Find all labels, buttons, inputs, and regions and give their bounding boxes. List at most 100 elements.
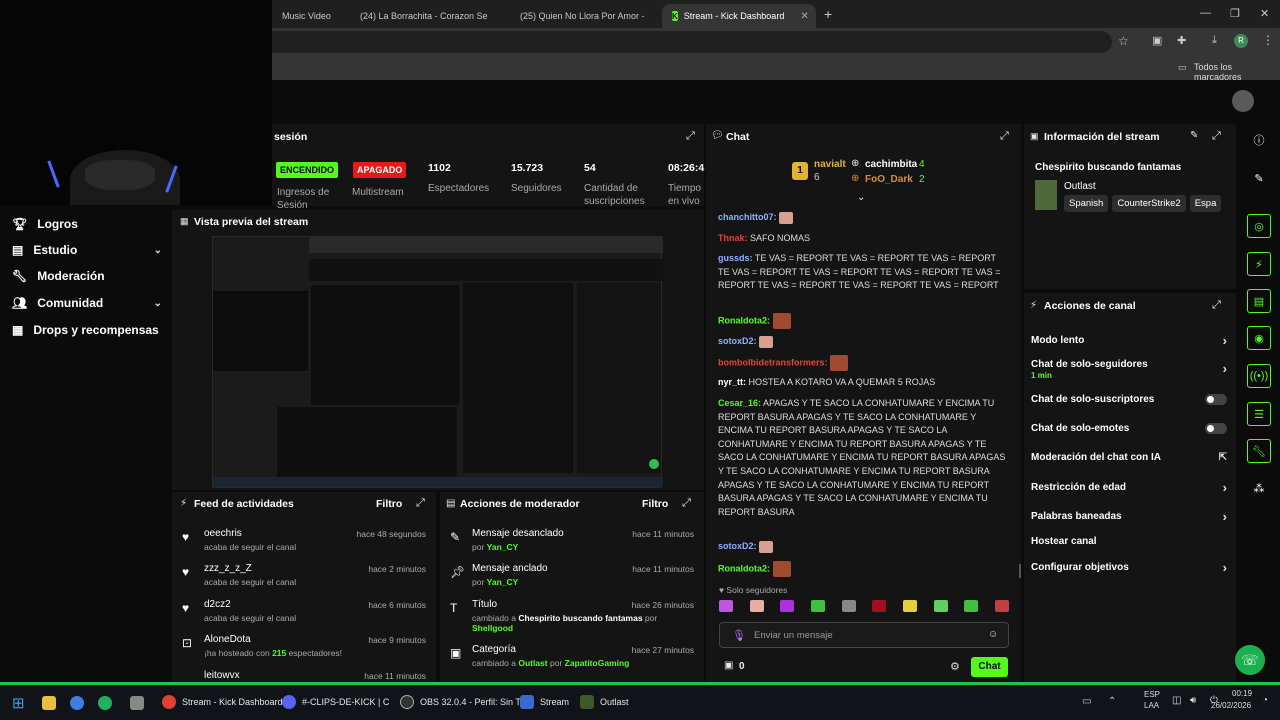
chat-username[interactable]: Thnak: xyxy=(718,233,748,243)
modaction-user[interactable]: Yan_CY xyxy=(487,577,519,587)
activity-user[interactable]: oeechris xyxy=(204,528,242,539)
emoji-icon[interactable]: ☺ xyxy=(988,629,998,640)
chat-username[interactable]: Ronaldota2: xyxy=(718,563,770,573)
leader-name[interactable]: FoO_Dark xyxy=(865,174,913,185)
microphone-icon[interactable]: 🎙︎ xyxy=(732,629,746,642)
wifi-icon[interactable]: ◫ xyxy=(1172,695,1181,706)
info-circle-icon[interactable]: ⓘ xyxy=(1247,128,1271,152)
download-icon[interactable]: ⤓ xyxy=(1212,34,1217,47)
all-bookmarks-link[interactable]: Todos los marcadores xyxy=(1194,62,1280,82)
emote-icon[interactable] xyxy=(749,600,764,612)
layout-icon[interactable]: ☰ xyxy=(1247,402,1271,426)
taskbar-app[interactable]: Outlast xyxy=(580,695,629,709)
taskbar-app[interactable]: Stream - Kick Dashboard xyxy=(162,695,283,709)
expand-icon[interactable]: ⤢ xyxy=(1000,130,1009,143)
expand-icon[interactable]: ⤢ xyxy=(1212,130,1221,143)
close-tab-icon[interactable]: ✕ xyxy=(800,11,808,22)
banned-words-item[interactable]: Palabras baneadas › xyxy=(1031,509,1227,524)
user-avatar[interactable] xyxy=(1232,90,1254,112)
slow-mode-item[interactable]: Modo lento › xyxy=(1031,333,1227,348)
activity-user[interactable]: d2cz2 xyxy=(204,599,231,610)
emote-icon[interactable] xyxy=(994,600,1009,612)
expand-icon[interactable]: ⤢ xyxy=(686,130,695,143)
ai-moderation-item[interactable]: Moderación del chat con IA ⇱ xyxy=(1031,452,1227,463)
activity-user[interactable]: leitowvx xyxy=(204,670,240,681)
points-icon[interactable]: ▣ xyxy=(724,660,733,671)
browser-tab[interactable]: Music Video ✕ xyxy=(272,4,344,28)
edge-icon[interactable] xyxy=(70,696,84,710)
menu-icon[interactable]: ⋮ xyxy=(1262,33,1274,47)
chat-scrollbar[interactable] xyxy=(1019,564,1021,578)
category-thumbnail[interactable] xyxy=(1035,180,1057,210)
pencil-icon[interactable]: ✎ xyxy=(1247,166,1271,190)
chat-username[interactable]: bombolbidetransformers: xyxy=(718,357,828,367)
modaction-user[interactable]: Yan_CY xyxy=(487,542,519,552)
chat-bubble-icon[interactable]: ◉ xyxy=(1247,326,1271,350)
age-restriction-item[interactable]: Restricción de edad › xyxy=(1031,480,1227,495)
followers-only-item[interactable]: Chat de solo-seguidores 1 min › xyxy=(1031,359,1227,381)
app-icon[interactable] xyxy=(130,696,144,710)
volume-icon[interactable]: 🔊︎ xyxy=(1190,695,1196,706)
sidebar-item-logros[interactable]: 🏆︎ Logros xyxy=(12,217,162,231)
close-window-icon[interactable]: ✕ xyxy=(1260,7,1269,20)
host-channel-item[interactable]: Hostear canal xyxy=(1031,536,1227,547)
subs-only-toggle[interactable] xyxy=(1205,394,1227,405)
expand-icon[interactable]: ⤢ xyxy=(682,497,691,510)
url-field[interactable] xyxy=(272,31,1112,53)
emote-icon[interactable] xyxy=(902,600,917,612)
tray-icon[interactable]: ▭ xyxy=(1082,696,1091,707)
document-icon[interactable]: ▤ xyxy=(1247,289,1271,313)
folder-icon[interactable] xyxy=(42,696,56,710)
configure-goals-item[interactable]: Configurar objetivos › xyxy=(1031,560,1227,575)
sidebar-item-estudio[interactable]: ▤ Estudio ⌄ xyxy=(12,243,162,257)
extensions-icon[interactable]: ✚ xyxy=(1177,34,1186,47)
clock-time[interactable]: 00:19 xyxy=(1232,689,1252,698)
chat-username[interactable]: nyr_tt: xyxy=(718,377,746,387)
filter-button[interactable]: Filtro xyxy=(642,498,668,510)
emotes-only-toggle[interactable] xyxy=(1205,423,1227,434)
target-icon[interactable]: ◎ xyxy=(1247,214,1271,238)
wrench-icon[interactable]: 🔧︎ xyxy=(1247,439,1271,463)
browser-tab-active[interactable]: K Stream - Kick Dashboard ✕ xyxy=(662,4,816,28)
broadcast-icon[interactable]: ((•)) xyxy=(1247,364,1271,388)
modaction-user[interactable]: ZapatitoGaming xyxy=(565,658,630,668)
chat-username[interactable]: chanchitto07: xyxy=(718,212,777,222)
emote-icon[interactable] xyxy=(872,600,887,612)
notification-icon[interactable]: ◔ xyxy=(1262,695,1268,706)
chat-input[interactable]: 🎙︎ Enviar un mensaje ☺ xyxy=(719,622,1009,648)
send-chat-button[interactable]: Chat xyxy=(971,657,1008,677)
edit-icon[interactable]: ✎ xyxy=(1190,130,1198,141)
gear-icon[interactable]: ⚙ xyxy=(950,660,960,673)
star-icon[interactable]: ☆ xyxy=(1118,34,1129,48)
sidebar-item-drops[interactable]: ▦ Drops y recompensas xyxy=(12,323,162,337)
leader-name[interactable]: navialt xyxy=(814,159,846,170)
tag[interactable]: Spanish xyxy=(1064,195,1109,212)
activity-user[interactable]: AloneDota xyxy=(204,634,251,645)
tag[interactable]: CounterStrike2 xyxy=(1112,195,1186,212)
subs-only-item[interactable]: Chat de solo-suscriptores xyxy=(1031,394,1227,405)
emote-icon[interactable] xyxy=(841,600,856,612)
leader-name[interactable]: cachimbita xyxy=(865,159,917,170)
sidebar-item-moderacion[interactable]: 🔧︎ Moderación xyxy=(12,269,162,283)
chat-username[interactable]: sotoxD2: xyxy=(718,336,757,346)
stream-preview-video[interactable] xyxy=(212,236,663,488)
lightning-icon[interactable]: ⚡︎ xyxy=(1247,252,1271,276)
emote-icon[interactable] xyxy=(780,600,795,612)
chat-username[interactable]: Ronaldota2: xyxy=(718,315,770,325)
tag[interactable]: Espa xyxy=(1189,195,1222,212)
taskbar-app[interactable]: Stream xyxy=(520,695,569,709)
nodes-icon[interactable]: ⁂ xyxy=(1247,476,1271,500)
chat-username[interactable]: Cesar_16: xyxy=(718,398,761,408)
taskbar-app[interactable]: #-CLIPS-DE-KICK | C xyxy=(282,695,389,709)
chevron-up-icon[interactable]: ⌃ xyxy=(1108,696,1116,707)
browser-tab[interactable]: (24) La Borrachita - Corazon Se ✕ xyxy=(344,4,504,28)
expand-icon[interactable]: ⤢ xyxy=(416,497,425,510)
app-icon[interactable] xyxy=(98,696,112,710)
minimize-icon[interactable]: — xyxy=(1200,7,1211,19)
activity-user[interactable]: zzz_z_z_Z xyxy=(204,563,252,574)
browser-tab[interactable]: (25) Quien No Llora Por Amor - ✕ xyxy=(504,4,662,28)
emote-icon[interactable] xyxy=(810,600,825,612)
expand-icon[interactable]: ⤢ xyxy=(1212,299,1221,312)
modaction-user[interactable]: Shellgood xyxy=(472,623,513,633)
chat-username[interactable]: sotoxD2: xyxy=(718,541,757,551)
